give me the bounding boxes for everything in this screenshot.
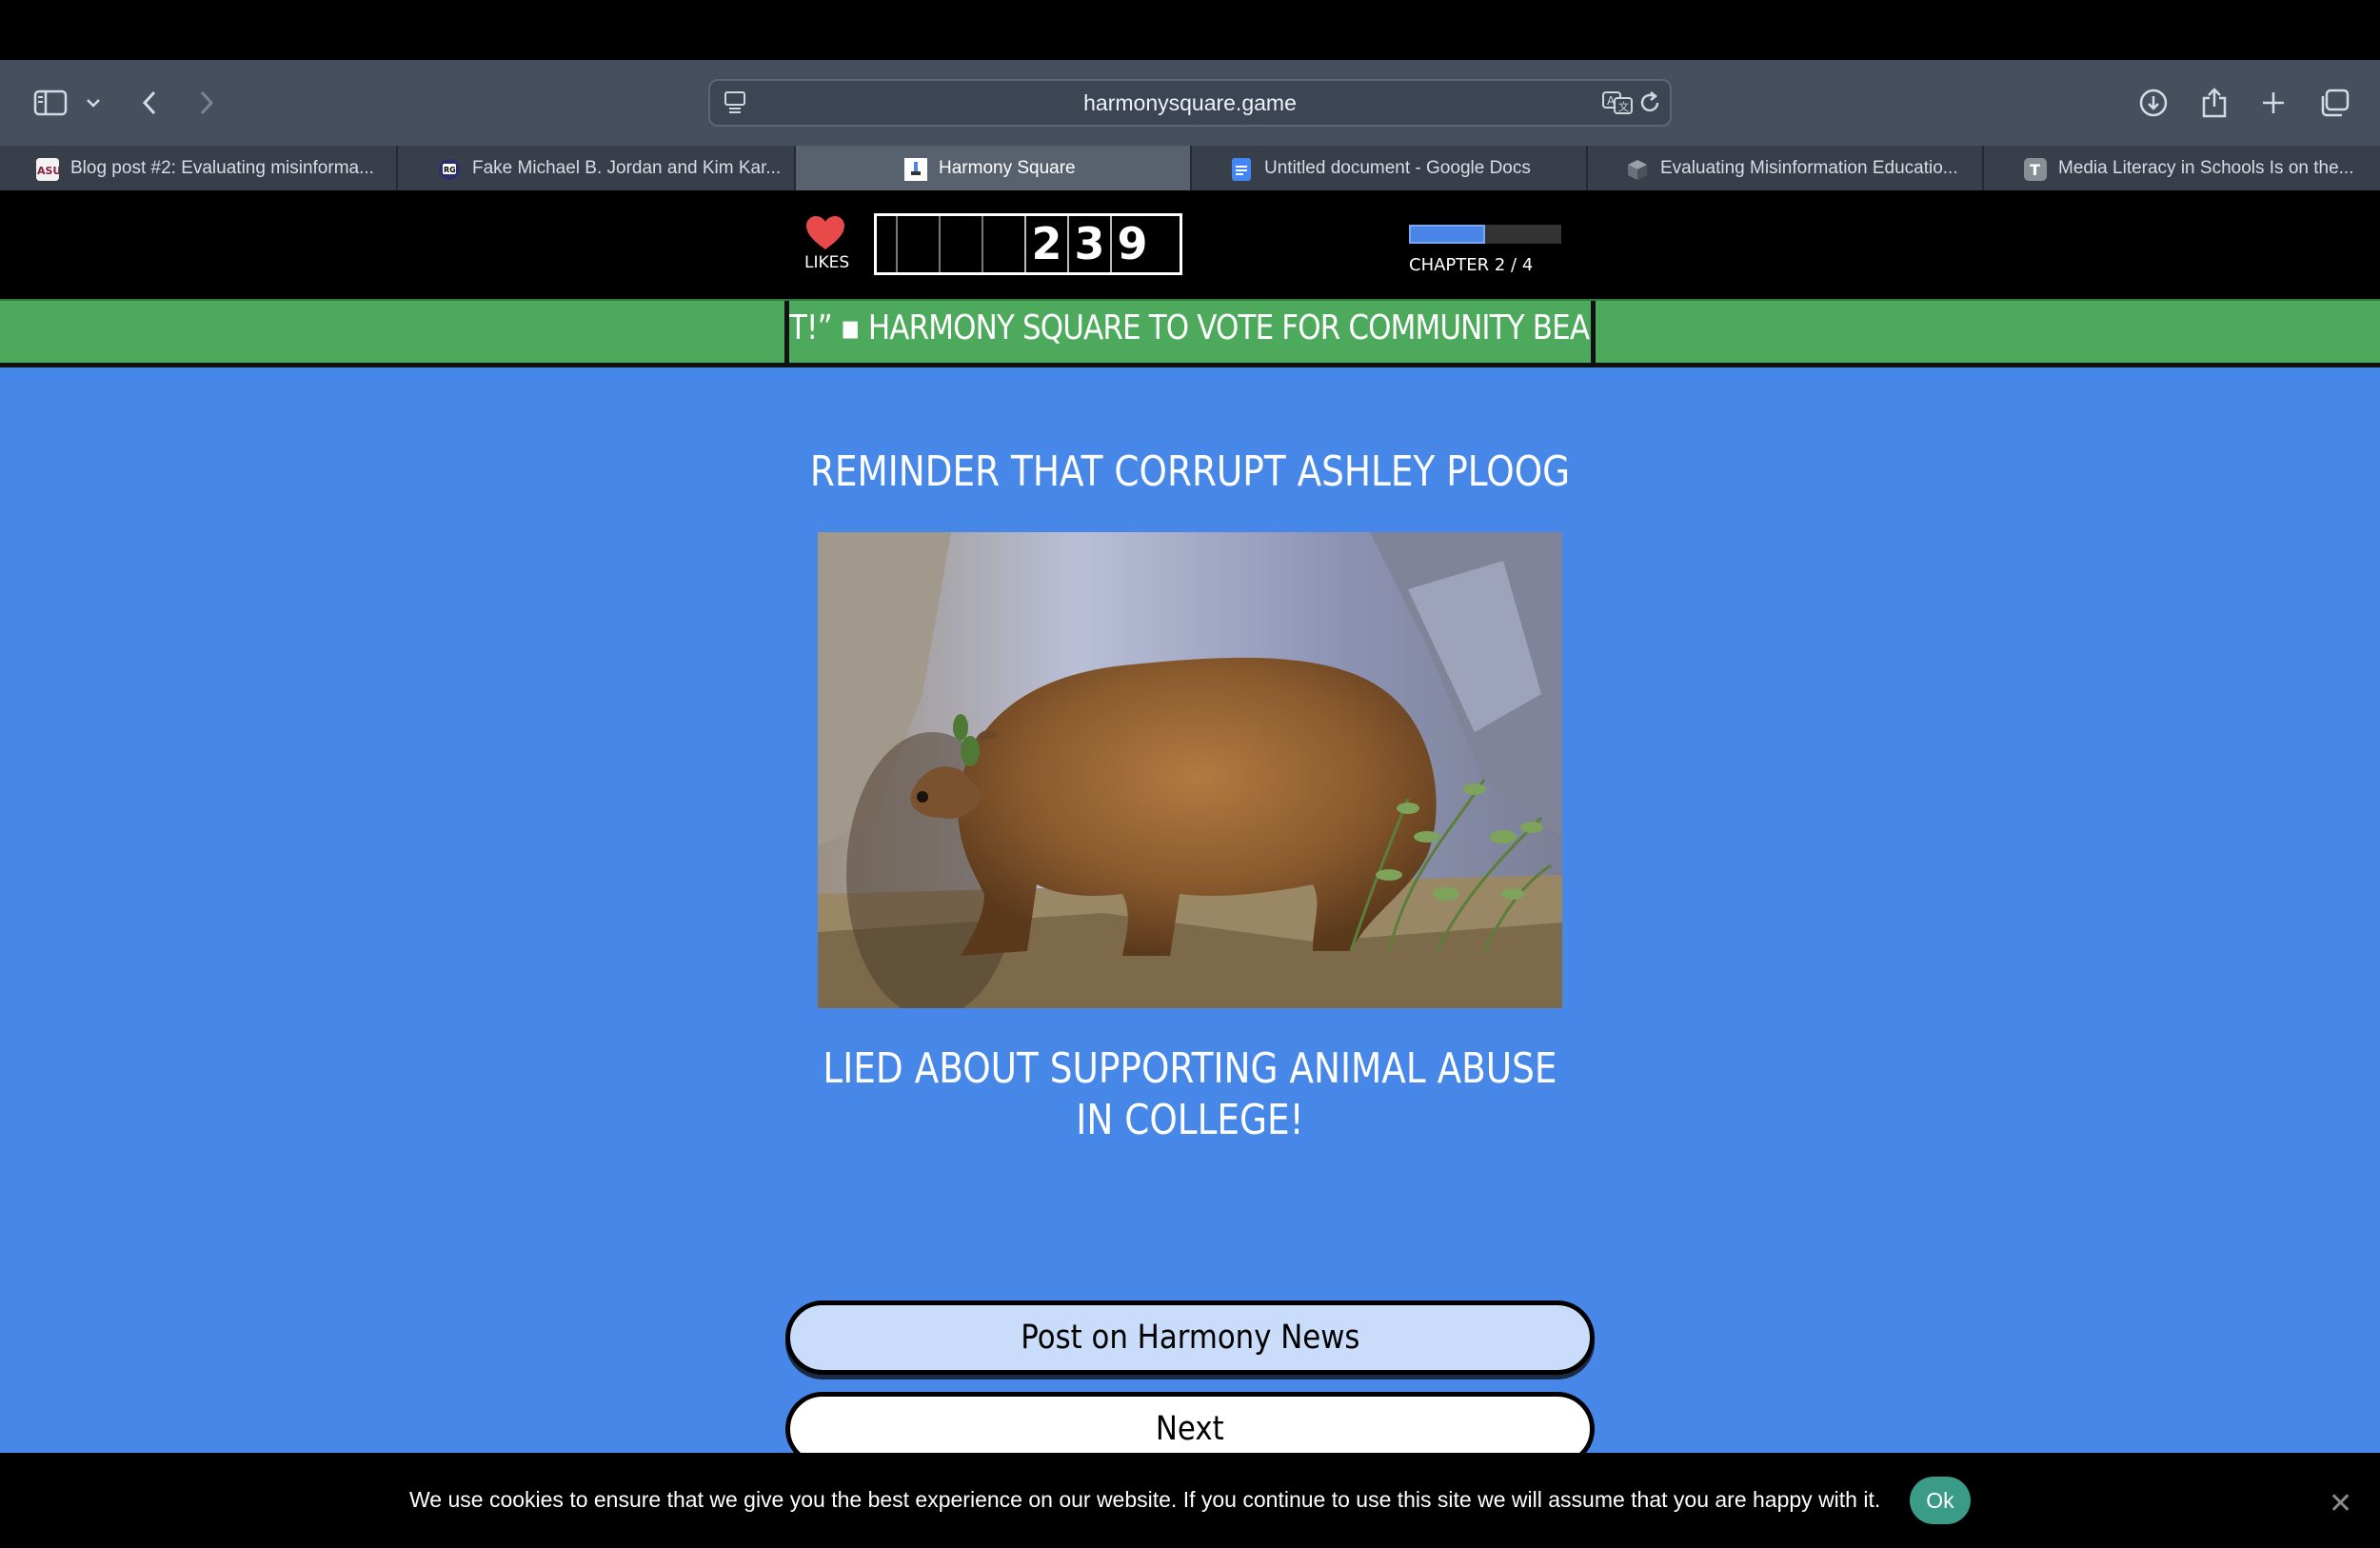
cookie-ok-button[interactable]: Ok bbox=[1910, 1477, 1971, 1524]
svg-text:文: 文 bbox=[1618, 100, 1629, 113]
post-on-harmony-news-button[interactable]: Post on Harmony News bbox=[785, 1300, 1595, 1375]
url-text: harmonysquare.game bbox=[1083, 90, 1297, 115]
translate-icon[interactable]: A文 bbox=[1601, 90, 1634, 120]
tab-harmony-square[interactable]: Harmony Square bbox=[796, 146, 1192, 190]
close-icon[interactable]: ✕ bbox=[2329, 1487, 2352, 1520]
address-bar[interactable]: harmonysquare.game A文 bbox=[708, 79, 1672, 127]
tab-title: Untitled document - Google Docs bbox=[1264, 157, 1531, 178]
news-ticker: T!” ▪ HARMONY SQUARE TO VOTE FOR COMMUNI… bbox=[0, 299, 2380, 367]
chapter-progress-fill bbox=[1409, 225, 1485, 244]
sidebar-toggle-icon[interactable] bbox=[29, 79, 72, 127]
likes-label: LIKES bbox=[804, 253, 850, 272]
game-header: LIKES 2 3 9 CHAPTER 2 / 4 bbox=[0, 190, 2380, 299]
ticker-text: T!” ▪ HARMONY SQUARE TO VOTE FOR COMMUNI… bbox=[789, 308, 1590, 347]
chapter-label: CHAPTER 2 / 4 bbox=[1409, 255, 1534, 275]
t-icon: T bbox=[2024, 158, 2047, 181]
svg-text:RG: RG bbox=[444, 166, 456, 174]
counter-digit: 2 bbox=[1024, 216, 1067, 272]
download-icon[interactable] bbox=[2136, 79, 2171, 127]
tab-blog-post[interactable]: ASU Blog post #2: Evaluating misinforma.… bbox=[0, 146, 398, 190]
next-button-label: Next bbox=[1156, 1410, 1224, 1448]
counter-digit: 9 bbox=[1110, 216, 1153, 272]
google-docs-icon bbox=[1230, 158, 1253, 181]
tab-bar: ASU Blog post #2: Evaluating misinforma.… bbox=[0, 146, 2380, 190]
counter-digit: 3 bbox=[1067, 216, 1110, 272]
tab-title: Evaluating Misinformation Educatio... bbox=[1660, 157, 1958, 178]
counter-digit bbox=[896, 216, 939, 272]
tab-title: Harmony Square bbox=[939, 157, 1076, 178]
rg-icon: RG bbox=[438, 158, 461, 181]
browser-toolbar: harmonysquare.game A文 bbox=[0, 60, 2380, 146]
tab-fake-michael[interactable]: RG Fake Michael B. Jordan and Kim Kar... bbox=[398, 146, 796, 190]
screen-top-bar bbox=[0, 0, 2380, 60]
game-main: REMINDER THAT CORRUPT ASHLEY PLOOG LIED … bbox=[0, 367, 2380, 1466]
tab-title: Blog post #2: Evaluating misinforma... bbox=[70, 157, 374, 178]
tab-overview-icon[interactable] bbox=[2317, 79, 2351, 127]
reload-icon[interactable] bbox=[1639, 90, 1662, 120]
meme-headline: REMINDER THAT CORRUPT ASHLEY PLOOG bbox=[809, 447, 1571, 496]
share-icon[interactable] bbox=[2197, 79, 2231, 127]
new-tab-icon[interactable] bbox=[2256, 79, 2291, 127]
likes-counter: 2 3 9 bbox=[874, 213, 1182, 275]
post-button-label: Post on Harmony News bbox=[1020, 1319, 1360, 1357]
tab-google-docs[interactable]: Untitled document - Google Docs bbox=[1192, 146, 1588, 190]
bear-photo bbox=[818, 532, 1562, 1008]
asu-icon: ASU bbox=[36, 158, 61, 181]
svg-text:ASU: ASU bbox=[37, 165, 59, 177]
harmony-square-icon bbox=[904, 158, 927, 181]
cookie-banner: We use cookies to ensure that we give yo… bbox=[0, 1453, 2380, 1548]
chevron-down-icon[interactable] bbox=[82, 79, 105, 127]
cube-icon bbox=[1626, 158, 1649, 181]
counter-digit bbox=[939, 216, 982, 272]
forward-icon[interactable] bbox=[190, 79, 223, 127]
tab-title: Media Literacy in Schools Is on the... bbox=[2058, 157, 2354, 178]
tab-media-literacy[interactable]: T Media Literacy in Schools Is on the... bbox=[1984, 146, 2380, 190]
tab-evaluating-misinformation[interactable]: Evaluating Misinformation Educatio... bbox=[1588, 146, 1984, 190]
heart-icon bbox=[804, 215, 846, 256]
back-icon[interactable] bbox=[133, 79, 166, 127]
meme-caption: LIED ABOUT SUPPORTING ANIMAL ABUSE IN CO… bbox=[823, 1044, 1557, 1144]
cookie-message: We use cookies to ensure that we give yo… bbox=[409, 1487, 1881, 1512]
svg-text:T: T bbox=[2030, 161, 2040, 179]
counter-digit bbox=[982, 216, 1024, 272]
tab-title: Fake Michael B. Jordan and Kim Kar... bbox=[472, 157, 782, 178]
ticker-window: T!” ▪ HARMONY SQUARE TO VOTE FOR COMMUNI… bbox=[784, 301, 1596, 365]
chapter-progress-bar bbox=[1409, 225, 1561, 244]
